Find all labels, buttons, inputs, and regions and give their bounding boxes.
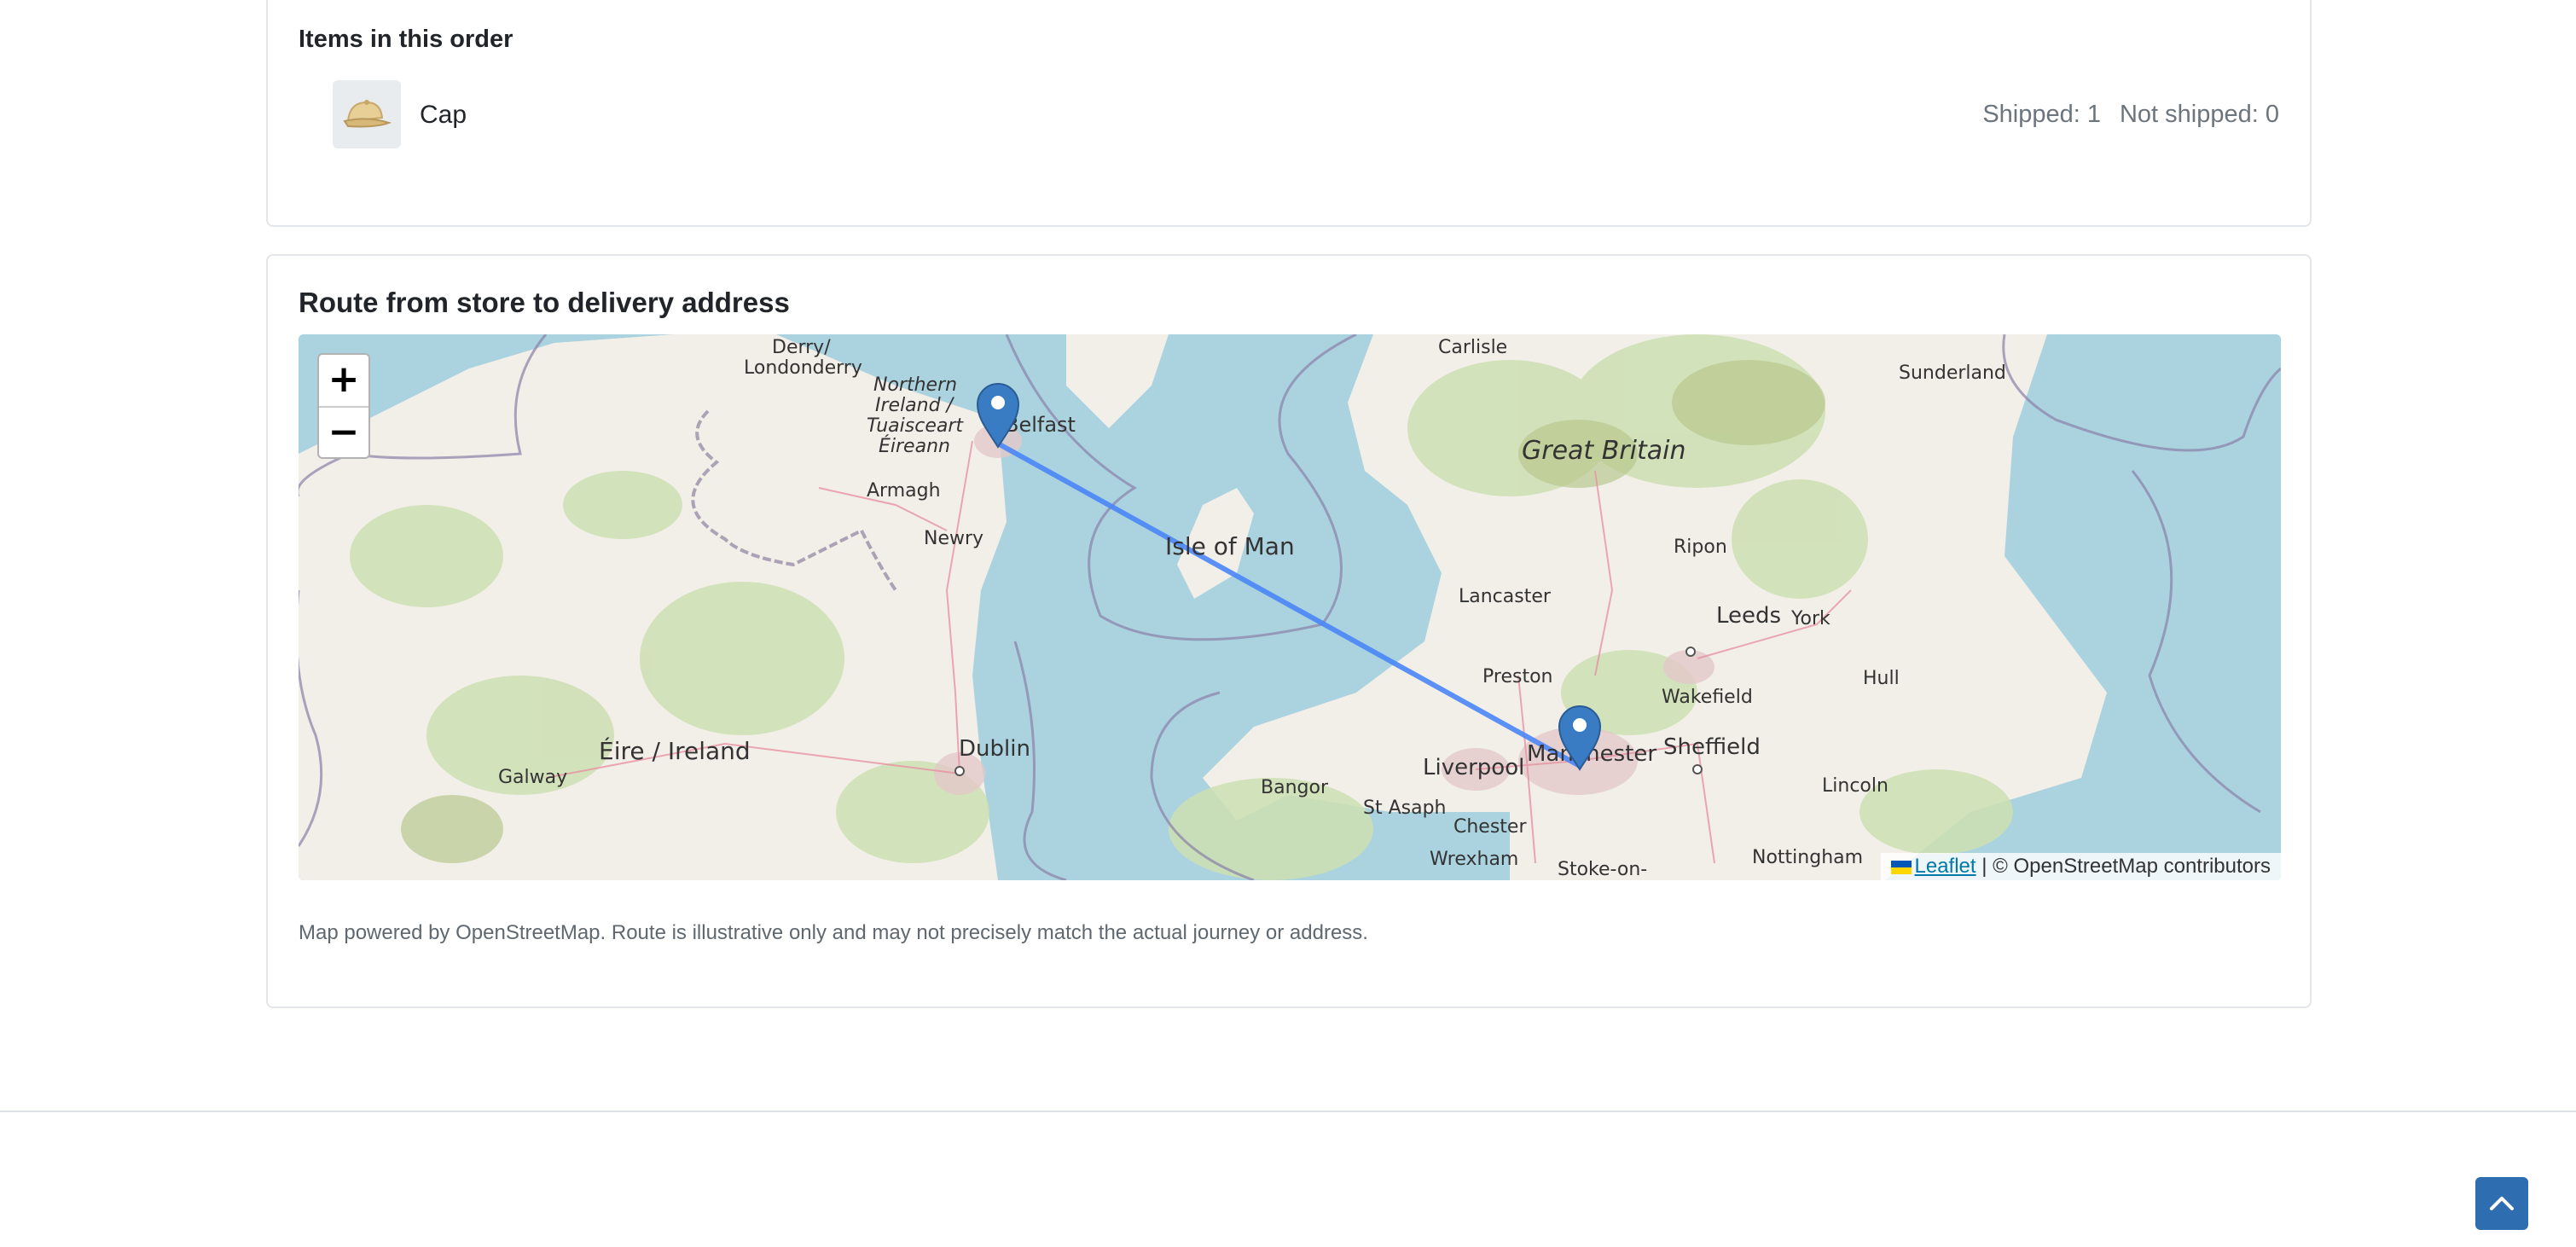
map-label-st-asaph: St Asaph <box>1363 798 1447 819</box>
map-label-stoke: Stoke-on- <box>1558 859 1647 880</box>
map-label-nottingham: Nottingham <box>1752 847 1863 868</box>
zoom-control: + − <box>317 353 370 459</box>
back-to-top-button[interactable] <box>2475 1177 2528 1230</box>
map-label-hull: Hull <box>1863 668 1900 689</box>
items-section-title: Items in this order <box>299 26 513 53</box>
map-label-wrexham: Wrexham <box>1430 849 1518 870</box>
map-label-chester: Chester <box>1453 816 1527 838</box>
map-attribution: Leaflet | © OpenStreetMap contributors <box>1880 853 2281 880</box>
map-label-ni-2: Ireland / <box>875 395 955 416</box>
map-label-ni-1: Northern <box>873 374 957 396</box>
osm-attribution: © OpenStreetMap contributors <box>1993 855 2271 878</box>
zoom-in-button[interactable]: + <box>319 355 368 408</box>
map-label-carlisle: Carlisle <box>1438 337 1507 358</box>
route-map-card: Route from store to delivery address Der… <box>266 254 2312 1008</box>
map-label-ni-4: Éireann <box>879 435 950 457</box>
map-section-title: Route from store to delivery address <box>299 287 790 318</box>
map-label-wakefield: Wakefield <box>1662 687 1753 708</box>
map-label-sheffield: Sheffield <box>1663 734 1761 760</box>
map-label-lancaster: Lancaster <box>1459 586 1552 607</box>
map-label-bangor: Bangor <box>1261 777 1329 798</box>
map-label-sunderland: Sunderland <box>1899 362 2006 384</box>
map-label-derry: Derry/ <box>772 337 831 358</box>
footer-divider <box>0 1111 2576 1112</box>
item-shipping-status: Shipped: 1 Not shipped: 0 <box>1964 101 2279 129</box>
attribution-separator: | <box>1981 855 1987 878</box>
map-label-armagh: Armagh <box>867 480 941 502</box>
map-label-liverpool: Liverpool <box>1423 755 1524 780</box>
shipped-count: Shipped: 1 <box>1982 101 2101 128</box>
order-item-row: Cap Shipped: 1 Not shipped: 0 <box>333 80 2279 148</box>
map-label-lincoln: Lincoln <box>1822 775 1888 797</box>
chevron-up-icon <box>2490 1197 2514 1210</box>
map-label-londonderry: Londonderry <box>744 357 862 379</box>
map-label-preston: Preston <box>1482 666 1552 687</box>
map-label-isle-of-man: Isle of Man <box>1165 532 1295 560</box>
cap-icon <box>333 80 401 148</box>
map-label-galway: Galway <box>498 767 567 788</box>
map-disclaimer: Map powered by OpenStreetMap. Route is i… <box>299 921 1368 944</box>
order-items-card: Items in this order Cap Shipped: 1 Not sh… <box>266 0 2312 227</box>
map-label-newry: Newry <box>924 528 983 549</box>
map-tiles: Derry/ Londonderry Belfast Armagh Newry … <box>299 334 2281 880</box>
map-label-dublin: Dublin <box>959 736 1030 762</box>
map-label-great-britain: Great Britain <box>1522 436 1685 466</box>
route-map[interactable]: Derry/ Londonderry Belfast Armagh Newry … <box>299 334 2281 880</box>
not-shipped-count: Not shipped: 0 <box>2119 101 2279 128</box>
map-label-eire: Éire / Ireland <box>599 736 751 765</box>
map-label-york: York <box>1790 608 1830 629</box>
ukraine-flag-icon <box>1890 860 1912 874</box>
map-label-ni-3: Tuaisceart <box>867 415 964 437</box>
map-label-ripon: Ripon <box>1674 536 1727 558</box>
item-name: Cap <box>420 101 467 129</box>
leaflet-link[interactable]: Leaflet <box>1915 855 1976 878</box>
zoom-out-button[interactable]: − <box>319 408 368 459</box>
map-label-leeds: Leeds <box>1716 603 1781 629</box>
